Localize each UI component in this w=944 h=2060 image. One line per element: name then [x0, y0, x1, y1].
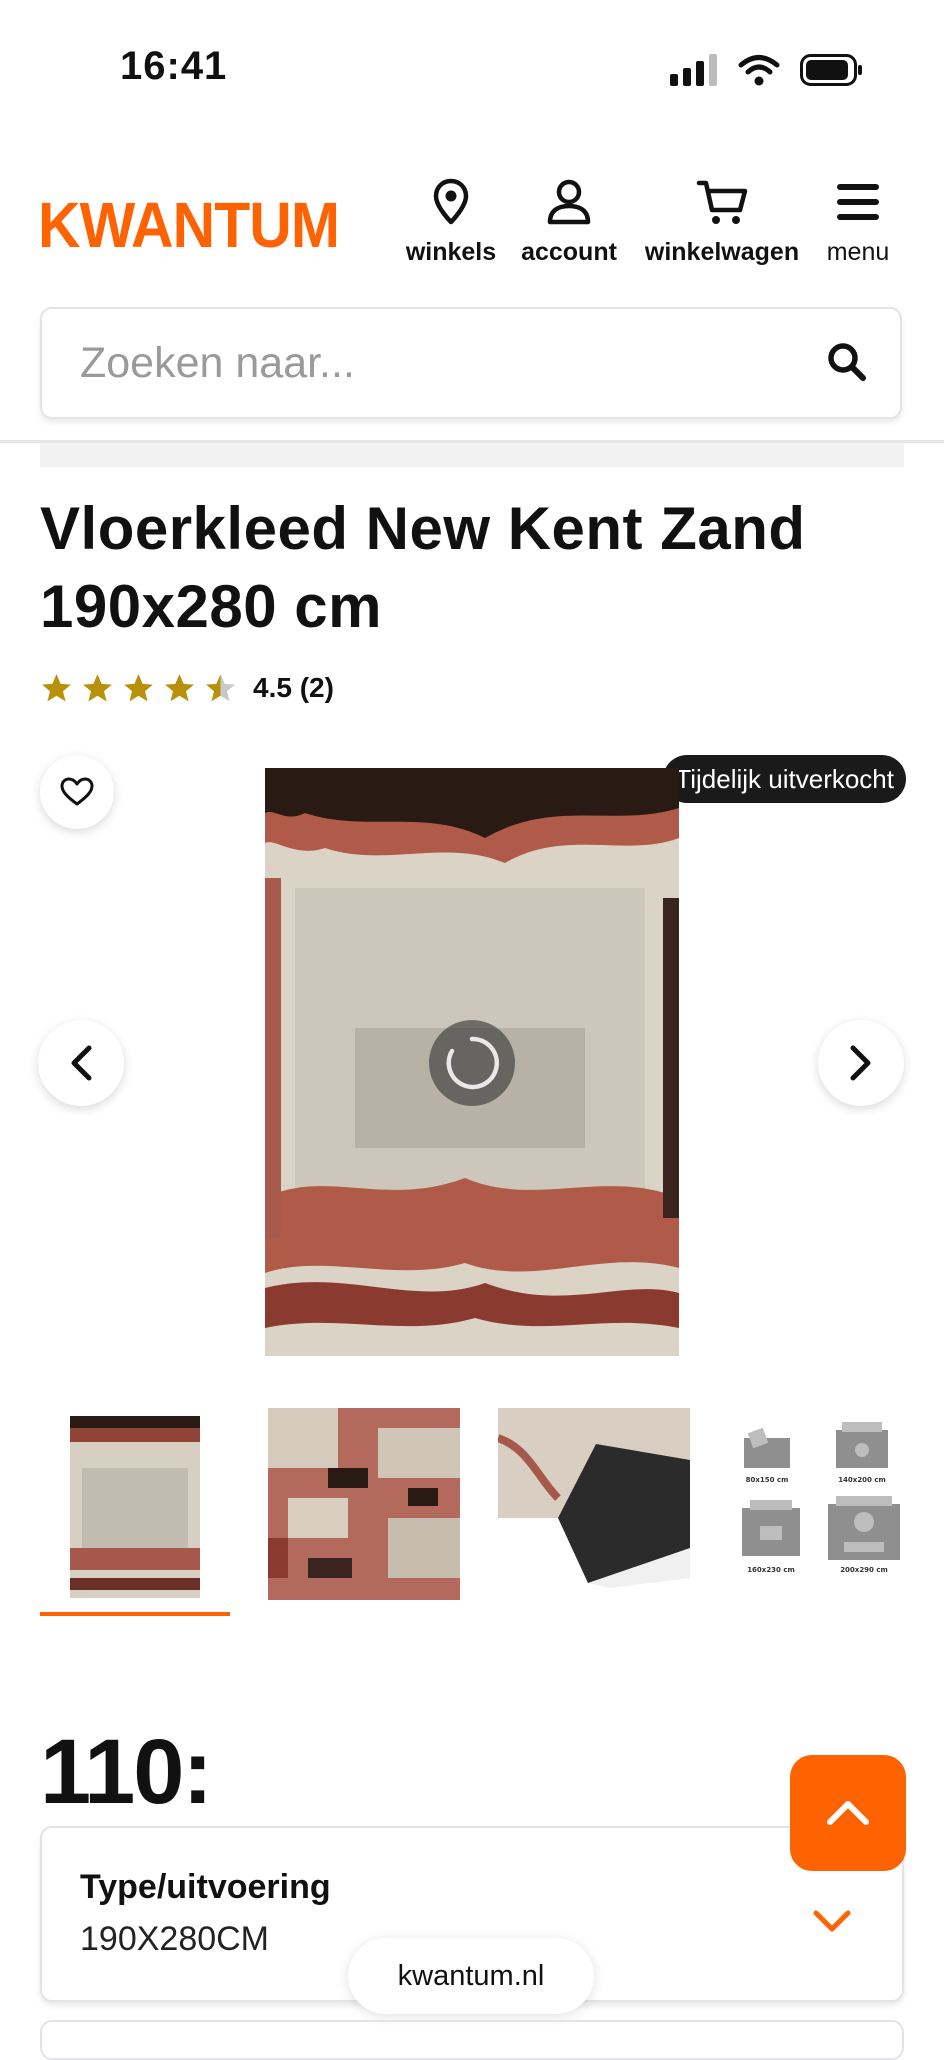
product-title-line2: 190x280 cm: [40, 573, 382, 640]
nav-cart-label: winkelwagen: [644, 238, 800, 266]
loading-spinner-icon: [429, 1020, 515, 1106]
wishlist-button[interactable]: [40, 755, 114, 829]
product-price: 110:: [40, 1721, 213, 1823]
product-title-line1: Vloerkleed New Kent Zand: [40, 495, 806, 562]
previous-image-button[interactable]: [38, 1020, 124, 1106]
battery-icon: [800, 54, 862, 86]
size-label-140x200: 140x200 cm: [838, 1476, 886, 1484]
chevron-down-icon: [813, 1910, 851, 1932]
star-icon: [42, 674, 71, 702]
heart-icon: [60, 777, 94, 806]
nav-stores[interactable]: winkels: [402, 178, 500, 267]
next-image-button[interactable]: [818, 1020, 904, 1106]
search-placeholder: Zoeken naar...: [80, 339, 355, 387]
chevron-up-icon: [827, 1801, 869, 1825]
product-rating[interactable]: 4.5 (2): [40, 672, 334, 704]
search-icon[interactable]: [826, 341, 868, 383]
star-icon: [165, 674, 194, 702]
chevron-left-icon: [71, 1045, 92, 1081]
star-icon: [124, 674, 153, 702]
scroll-to-top-button[interactable]: [790, 1755, 906, 1871]
location-pin-icon: [433, 178, 469, 225]
hamburger-menu-icon: [837, 184, 879, 220]
nav-account[interactable]: account: [514, 178, 624, 267]
browser-url-pill[interactable]: kwantum.nl: [348, 1938, 594, 2014]
signal-icon: [670, 54, 717, 86]
chevron-right-icon: [850, 1045, 871, 1081]
product-title: Vloerkleed New Kent Zand 190x280 cm: [40, 490, 900, 646]
next-section-box: [40, 2020, 904, 2060]
star-icon: [206, 674, 235, 702]
rating-text: 4.5 (2): [253, 672, 334, 703]
thumbnail-rug-texture[interactable]: [268, 1408, 460, 1600]
breadcrumb-strip: [40, 443, 904, 467]
size-label-160x230: 160x230 cm: [747, 1566, 795, 1574]
out-of-stock-badge: Tijdelijk uitverkocht: [663, 755, 906, 803]
variant-value: 190X280CM: [80, 1920, 270, 1958]
nav-cart[interactable]: winkelwagen: [638, 178, 806, 267]
search-input[interactable]: Zoeken naar...: [40, 307, 902, 419]
size-label-80x150: 80x150 cm: [746, 1476, 789, 1484]
thumbnail-active-indicator: [40, 1612, 230, 1616]
user-icon: [547, 179, 591, 225]
nav-stores-label: winkels: [405, 238, 497, 266]
thumbnail-size-diagram[interactable]: 80x150 cm 140x200 cm 160x230 cm 200x290 …: [728, 1408, 920, 1600]
status-icons: [670, 50, 864, 90]
kwantum-logo[interactable]: KWANTUM: [38, 188, 340, 262]
shopping-cart-icon: [696, 180, 748, 224]
thumbnail-rug-backside[interactable]: [498, 1408, 690, 1600]
size-label-200x290: 200x290 cm: [840, 1566, 888, 1574]
variant-label: Type/uitvoering: [80, 1868, 331, 1906]
star-icon: [83, 674, 112, 702]
nav-menu-label: menu: [826, 238, 890, 266]
status-time: 16:41: [120, 44, 228, 88]
nav-account-label: account: [521, 238, 617, 266]
wifi-icon: [738, 55, 780, 86]
thumbnail-rug-overview[interactable]: [40, 1408, 232, 1600]
rating-stars: [40, 672, 237, 704]
nav-menu[interactable]: menu: [818, 178, 898, 267]
